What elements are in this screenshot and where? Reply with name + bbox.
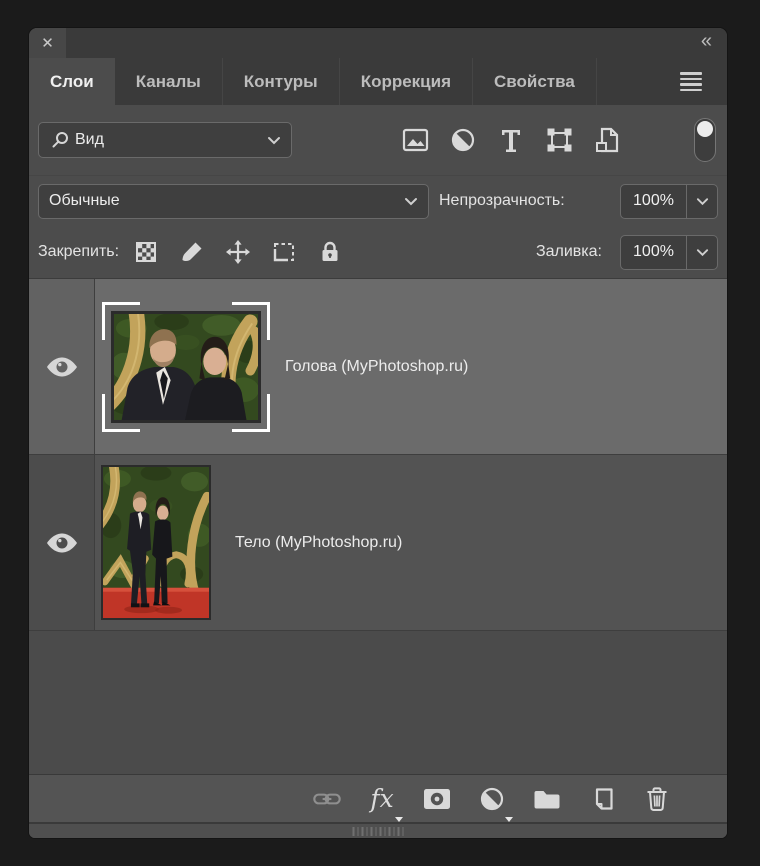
layer-thumbnail-body[interactable] <box>101 465 211 620</box>
blend-mode-dropdown[interactable]: Обычные <box>38 183 429 219</box>
chevron-down-icon[interactable] <box>686 184 717 218</box>
tab-paths[interactable]: Контуры <box>223 58 340 105</box>
lock-icons <box>131 237 345 267</box>
panel-titlebar: ✕ « <box>29 28 727 58</box>
filter-kind-value: Вид <box>75 131 104 148</box>
fill-label: Заливка: <box>535 243 602 260</box>
layers-empty-area[interactable] <box>29 631 727 774</box>
opacity-value[interactable]: 100% <box>621 185 686 218</box>
chevron-down-icon[interactable] <box>686 235 717 269</box>
layers-toolbar: fx <box>29 774 727 822</box>
shape-layer-filter-icon[interactable] <box>544 125 574 155</box>
eye-icon[interactable] <box>45 532 79 554</box>
lock-artboard-icon[interactable] <box>269 237 299 267</box>
link-layers-icon[interactable] <box>313 785 341 813</box>
layer-filter-row: Вид <box>29 105 727 175</box>
lock-label: Закрепить: <box>38 243 120 260</box>
pixel-layer-filter-icon[interactable] <box>400 125 430 155</box>
adjustment-layer-filter-icon[interactable] <box>448 125 478 155</box>
opacity-field[interactable]: 100% <box>620 183 718 219</box>
layers-list: Голова (MyPhotoshop.ru) Тело (MyPhotosho… <box>29 279 727 774</box>
filter-kind-dropdown[interactable]: Вид <box>38 122 292 158</box>
blend-mode-row: Обычные Непрозрачность: 100% <box>29 175 727 226</box>
close-panel-button[interactable]: ✕ <box>29 28 66 58</box>
fill-field[interactable]: 100% <box>620 234 718 270</box>
layer-row-golova[interactable]: Голова (MyPhotoshop.ru) <box>29 279 727 455</box>
smart-object-filter-icon[interactable] <box>592 125 622 155</box>
layers-panel: ✕ « Слои Каналы Контуры Коррекция Свойст… <box>29 28 727 838</box>
lock-row: Закрепить: Заливка: 100% <box>29 226 727 279</box>
layer-name[interactable]: Голова (MyPhotoshop.ru) <box>285 358 468 376</box>
fill-value[interactable]: 100% <box>621 236 686 269</box>
layer-thumbnail-selected-frame[interactable] <box>102 301 270 432</box>
type-layer-filter-icon[interactable] <box>496 125 526 155</box>
new-layer-icon[interactable] <box>588 785 616 813</box>
filter-type-icons <box>400 125 622 155</box>
lock-transparency-icon[interactable] <box>131 237 161 267</box>
panel-tabbar: Слои Каналы Контуры Коррекция Свойства <box>29 58 727 105</box>
layer-main[interactable]: Голова (MyPhotoshop.ru) <box>95 279 727 454</box>
blend-mode-value: Обычные <box>49 192 120 209</box>
eye-icon[interactable] <box>45 356 79 378</box>
panel-resize-strip[interactable] <box>29 822 727 838</box>
visibility-cell[interactable] <box>29 455 95 630</box>
layer-main[interactable]: Тело (MyPhotoshop.ru) <box>95 455 727 630</box>
panel-menu-icon[interactable] <box>655 58 727 105</box>
new-adjustment-layer-icon[interactable] <box>478 785 513 822</box>
opacity-label: Непрозрачность: <box>439 192 565 209</box>
tab-layers[interactable]: Слои <box>29 58 115 105</box>
layer-filter-toggle[interactable] <box>694 118 716 162</box>
visibility-cell[interactable] <box>29 279 95 454</box>
tab-properties[interactable]: Свойства <box>473 58 597 105</box>
chevron-down-icon <box>404 197 418 206</box>
delete-layer-icon[interactable] <box>643 785 671 813</box>
resize-grip-icon[interactable] <box>352 827 404 836</box>
lock-pixels-icon[interactable] <box>177 237 207 267</box>
layer-row-telo[interactable]: Тело (MyPhotoshop.ru) <box>29 455 727 631</box>
new-group-icon[interactable] <box>533 785 561 813</box>
lock-position-icon[interactable] <box>223 237 253 267</box>
add-layer-mask-icon[interactable] <box>423 785 451 813</box>
lock-all-icon[interactable] <box>315 237 345 267</box>
layer-name[interactable]: Тело (MyPhotoshop.ru) <box>235 534 402 552</box>
layer-effects-icon[interactable]: fx <box>368 785 403 822</box>
collapse-panel-button[interactable]: « <box>701 30 727 57</box>
chevron-down-icon <box>267 136 281 145</box>
search-icon <box>49 129 71 151</box>
tab-channels[interactable]: Каналы <box>115 58 223 105</box>
tab-adjustments[interactable]: Коррекция <box>340 58 473 105</box>
